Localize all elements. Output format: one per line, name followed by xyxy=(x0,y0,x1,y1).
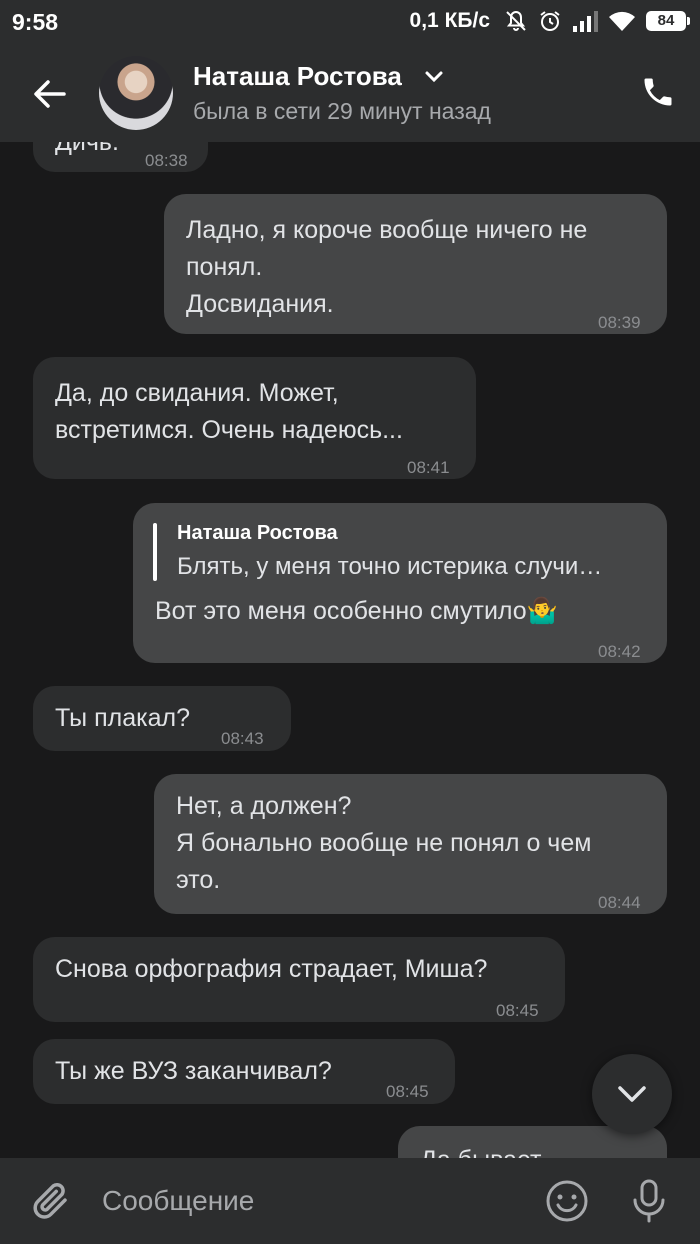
attach-button[interactable] xyxy=(30,1180,72,1222)
message-text: Да, до свидания. Может, xyxy=(55,379,339,407)
message-bubble[interactable]: Ты же ВУЗ заканчивал? 08:45 xyxy=(33,1039,455,1104)
contact-status: была в сети 29 минут назад xyxy=(193,98,491,124)
arrow-left-icon xyxy=(34,80,66,108)
battery-icon: 84 xyxy=(646,11,690,31)
chat-header: Наташа Ростова была в сети 29 минут наза… xyxy=(0,44,700,142)
chevron-down-icon[interactable] xyxy=(424,70,444,84)
scroll-to-bottom-button[interactable] xyxy=(592,1054,672,1134)
smile-icon xyxy=(546,1180,588,1222)
avatar[interactable] xyxy=(99,56,173,130)
status-bar: 9:58 0,1 КБ/с 84 xyxy=(0,0,700,44)
emoji-button[interactable] xyxy=(545,1179,589,1223)
mute-bell-icon xyxy=(506,10,526,31)
wifi-icon xyxy=(609,11,635,31)
message-text: Дичь. xyxy=(55,142,119,156)
message-text: Ты плакал? xyxy=(55,704,190,732)
reply-author[interactable]: Наташа Ростова xyxy=(177,521,338,545)
paperclip-icon xyxy=(33,1182,67,1219)
call-button[interactable] xyxy=(640,74,676,110)
message-time: 08:39 xyxy=(598,313,641,332)
message-time: 08:41 xyxy=(407,458,450,477)
message-time: 08:45 xyxy=(386,1082,429,1101)
back-button[interactable] xyxy=(26,70,74,118)
message-bubble[interactable]: Нет, а должен? Я бонально вообще не поня… xyxy=(154,774,667,914)
phone-icon xyxy=(644,78,672,106)
message-text: встретимся. Очень надеюсь... xyxy=(55,416,403,444)
voice-message-button[interactable] xyxy=(630,1178,668,1224)
alarm-icon xyxy=(540,11,560,31)
reply-text[interactable]: Блять, у меня точно истерика случи… xyxy=(177,551,602,583)
message-text: Ты же ВУЗ заканчивал? xyxy=(55,1057,332,1085)
contact-name[interactable]: Наташа Ростова xyxy=(193,61,402,92)
message-text: Да бывает... xyxy=(420,1142,560,1158)
message-time: 08:45 xyxy=(496,1001,539,1020)
status-time: 9:58 xyxy=(12,9,59,35)
message-bubble[interactable]: Ладно, я короче вообще ничего не понял. … xyxy=(164,194,667,334)
reply-quote-bar xyxy=(153,523,157,581)
message-bubble[interactable]: Наташа Ростова Блять, у меня точно истер… xyxy=(133,503,667,663)
message-text: это. xyxy=(176,866,221,894)
scroll-down-icon xyxy=(618,1086,646,1102)
message-text: Я бонально вообще не понял о чем xyxy=(176,829,592,857)
message-text: Досвидания. xyxy=(186,290,334,318)
message-composer xyxy=(0,1158,700,1244)
message-time: 08:42 xyxy=(598,642,641,661)
message-time: 08:38 xyxy=(145,151,188,170)
message-bubble[interactable]: Да, до свидания. Может, встретимся. Очен… xyxy=(33,357,476,479)
message-input[interactable] xyxy=(102,1178,522,1224)
message-time: 08:43 xyxy=(221,729,264,748)
message-time: 08:44 xyxy=(598,893,641,912)
message-list[interactable]: Дичь. 08:38 Ладно, я короче вообще ничег… xyxy=(0,142,700,1158)
message-bubble[interactable]: Снова орфография страдает, Миша? 08:45 xyxy=(33,937,565,1022)
microphone-icon xyxy=(633,1179,665,1223)
network-speed: 0,1 КБ/с xyxy=(409,9,490,32)
status-icons: 0,1 КБ/с 84 xyxy=(409,9,690,33)
message-text: Нет, а должен? xyxy=(176,792,352,820)
message-text: Вот это меня особенно смутило🤷‍♂️ xyxy=(155,597,558,625)
signal-icon xyxy=(573,11,598,32)
message-text: Снова орфография страдает, Миша? xyxy=(55,955,488,983)
message-bubble[interactable]: Ты плакал? 08:43 xyxy=(33,686,291,751)
message-text: понял. xyxy=(186,253,263,281)
message-bubble[interactable]: Дичь. 08:38 xyxy=(33,142,208,172)
message-text: Ладно, я короче вообще ничего не xyxy=(186,216,588,244)
